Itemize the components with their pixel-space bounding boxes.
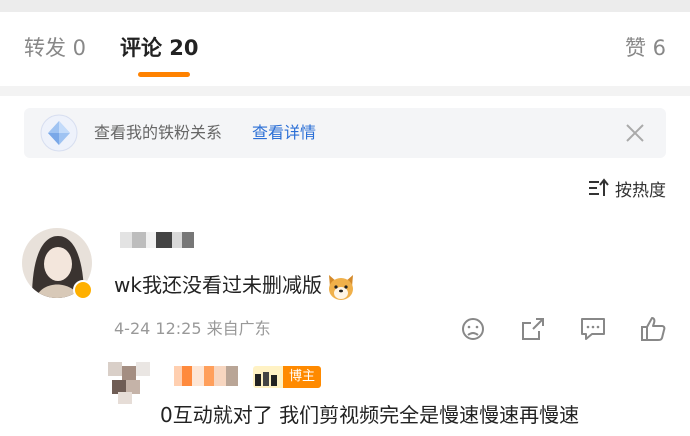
comment-text: wk我还没看过未删减版 [114, 270, 356, 301]
dog-emoji-icon [328, 274, 353, 300]
reply-text: 0互动就对了 我们剪视频完全是慢速慢速再慢速 [160, 403, 580, 427]
blogger-badge: 博主 [253, 366, 322, 388]
tab-bar: 转发 0 评论 20 赞 6 [0, 12, 690, 86]
comment-actions [428, 315, 668, 343]
fans-relation-text: 查看我的铁粉关系 [94, 123, 223, 142]
sort-icon [589, 178, 609, 196]
reply-avatar[interactable] [108, 362, 154, 404]
active-tab-indicator [138, 72, 190, 77]
section-divider [0, 86, 690, 96]
diamond-icon [40, 114, 78, 152]
blogger-badge-avatar-icon [253, 366, 283, 388]
sort-label: 按热度 [615, 180, 666, 201]
sort-by-popularity[interactable]: 按热度 [587, 176, 666, 201]
comment-body: wk我还没看过未删减版 [114, 273, 322, 297]
view-details-link[interactable]: 查看详情 [252, 121, 316, 145]
tab-repost[interactable]: 转发 0 [24, 34, 86, 62]
tab-comment[interactable]: 评论 20 [120, 34, 199, 62]
blogger-badge-label: 博主 [283, 366, 322, 388]
blurred-username[interactable] [120, 232, 194, 248]
dislike-face-icon[interactable] [458, 315, 488, 343]
tab-like[interactable]: 赞 6 [625, 34, 666, 62]
iron-fans-banner[interactable]: 查看我的铁粉关系 查看详情 [24, 108, 666, 158]
share-icon[interactable] [518, 315, 548, 343]
reply-blurred-username[interactable] [174, 366, 238, 386]
like-icon[interactable] [638, 315, 668, 343]
close-icon[interactable] [624, 122, 646, 144]
verified-badge-icon [73, 280, 93, 300]
top-strip [0, 0, 690, 12]
reply-icon[interactable] [578, 315, 608, 343]
comment-meta: 4-24 12:25 来自广东 [114, 319, 271, 338]
